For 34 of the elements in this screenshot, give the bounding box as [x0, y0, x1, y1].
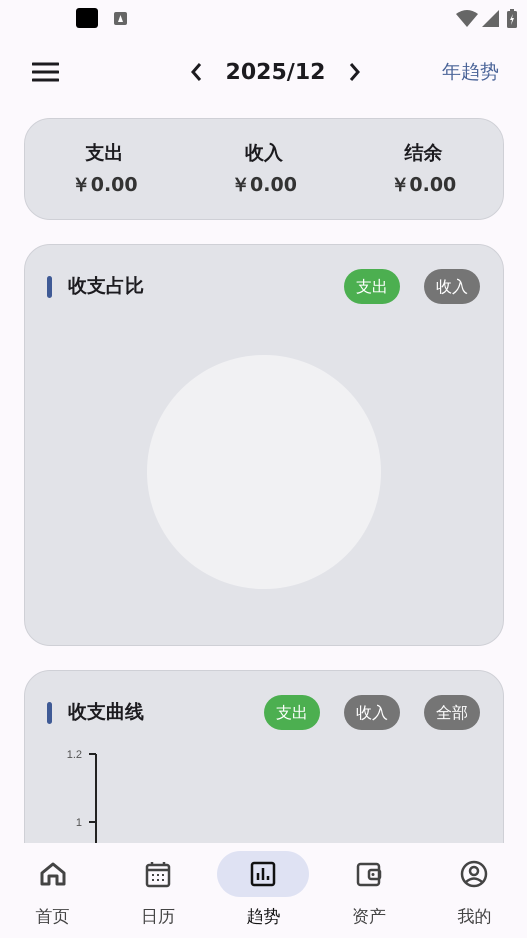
- menu-button[interactable]: [32, 62, 59, 82]
- bar-chart-icon: [249, 860, 278, 888]
- nav-tab[interactable]: 日历: [108, 851, 208, 930]
- wifi-icon: [456, 10, 478, 26]
- y-tick-label: 1.2: [66, 749, 82, 761]
- summary-label: 收入: [244, 140, 283, 166]
- summary-label: 结余: [404, 140, 442, 166]
- summary-amount: ￥0.00: [72, 173, 138, 198]
- battery-icon: [507, 8, 517, 28]
- filter-toggle[interactable]: 全部: [424, 695, 480, 730]
- summary-label: 支出: [86, 140, 124, 166]
- wallet-icon: [354, 860, 383, 888]
- panel-title: 收支占比: [68, 274, 144, 300]
- next-month-button[interactable]: [349, 62, 362, 82]
- panel-title: 收支曲线: [68, 700, 144, 726]
- summary-amount: ￥0.00: [231, 173, 297, 198]
- filter-toggle[interactable]: 收入: [424, 269, 480, 304]
- y-tick-label: 1: [76, 817, 82, 829]
- nav-tab[interactable]: 资产: [318, 851, 419, 930]
- title-accent: [47, 702, 52, 724]
- month-label: 2025/12: [226, 58, 326, 86]
- title-accent: [47, 276, 52, 298]
- previous-month-button[interactable]: [190, 62, 202, 82]
- home-icon: [38, 860, 67, 888]
- person-icon: [460, 860, 488, 888]
- nav-tab[interactable]: 我的: [424, 851, 524, 930]
- keyboard-notification-icon: [114, 12, 127, 24]
- summary-amount: ￥0.00: [390, 173, 456, 198]
- calendar-icon: [144, 860, 172, 888]
- notification-icon: [76, 8, 98, 28]
- year-trend-link[interactable]: 年趋势: [442, 58, 499, 86]
- signal-icon: [482, 10, 499, 26]
- nav-tab[interactable]: 首页: [2, 851, 103, 930]
- filter-toggle[interactable]: 收入: [344, 695, 400, 730]
